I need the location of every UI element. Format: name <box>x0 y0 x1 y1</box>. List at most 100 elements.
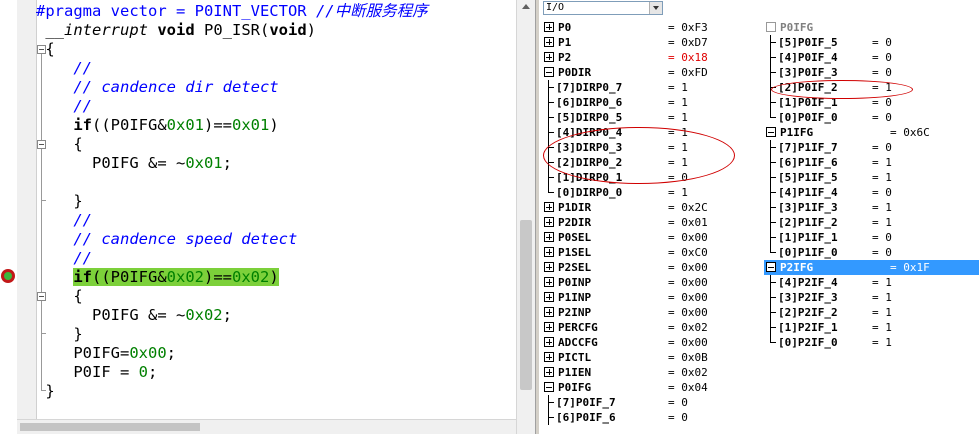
expand-plus-icon[interactable] <box>544 22 554 32</box>
expand-plus-icon[interactable] <box>544 367 554 377</box>
register-value[interactable]: = 1 <box>872 215 892 230</box>
register-row[interactable]: P2INP = 0x00 <box>542 305 764 320</box>
register-bit-row[interactable]: [0]P1IF_0 = 0 <box>764 245 979 260</box>
collapse-minus-icon[interactable] <box>766 127 776 137</box>
expand-plus-icon[interactable] <box>544 307 554 317</box>
register-value[interactable]: = 1 <box>668 95 688 110</box>
register-row[interactable]: P2IFG = 0x1F <box>764 260 979 275</box>
breakpoint-margin[interactable] <box>0 0 17 434</box>
register-row[interactable]: P0DIR = 0xFD <box>542 65 764 80</box>
register-row[interactable]: P0IFG <box>764 20 979 35</box>
register-bit-row[interactable]: [2]P2IF_2 = 1 <box>764 305 979 320</box>
register-row[interactable]: P2DIR = 0x01 <box>542 215 764 230</box>
register-value[interactable]: = 0 <box>872 185 892 200</box>
register-bit-row[interactable]: [4]P2IF_4 = 1 <box>764 275 979 290</box>
expand-plus-icon[interactable] <box>544 37 554 47</box>
register-value[interactable]: = 0x02 <box>668 320 708 335</box>
collapse-minus-icon[interactable] <box>544 67 554 77</box>
register-row[interactable]: ADCCFG = 0x00 <box>542 335 764 350</box>
register-row[interactable]: P0IFG = 0x04 <box>542 380 764 395</box>
register-value[interactable]: = 1 <box>668 185 688 200</box>
register-value[interactable]: = 0x04 <box>668 380 708 395</box>
register-value[interactable]: = 0x6C <box>890 125 930 140</box>
register-value[interactable]: = 0 <box>872 50 892 65</box>
expand-plus-icon[interactable] <box>544 202 554 212</box>
register-group-select[interactable]: I/O <box>543 1 663 15</box>
register-bit-row[interactable]: [4]DIRP0_4 = 1 <box>542 125 764 140</box>
chevron-down-icon[interactable] <box>649 2 662 14</box>
register-bit-row[interactable]: [3]P2IF_3 = 1 <box>764 290 979 305</box>
register-bit-row[interactable]: [5]DIRP0_5 = 1 <box>542 110 764 125</box>
register-value[interactable]: = 0 <box>872 95 892 110</box>
register-value[interactable]: = 0xD7 <box>668 35 708 50</box>
horizontal-scroll-thumb[interactable] <box>20 423 200 431</box>
register-value[interactable]: = 0x00 <box>668 305 708 320</box>
register-bit-row[interactable]: [3]P1IF_3 = 1 <box>764 200 979 215</box>
register-value[interactable]: = 1 <box>872 170 892 185</box>
expand-plus-icon[interactable] <box>544 232 554 242</box>
expand-plus-icon[interactable] <box>544 337 554 347</box>
register-bit-row[interactable]: [5]P0IF_5 = 0 <box>764 35 979 50</box>
register-value[interactable]: = 0x00 <box>668 290 708 305</box>
code-line[interactable]: P0IFG &= ~0x01; <box>36 154 232 173</box>
code-line[interactable]: // <box>36 211 92 230</box>
code-line[interactable]: { <box>36 40 54 59</box>
register-row[interactable]: PICTL = 0x0B <box>542 350 764 365</box>
register-bit-row[interactable]: [7]DIRP0_7 = 1 <box>542 80 764 95</box>
code-line[interactable]: } <box>36 382 54 401</box>
register-bit-row[interactable]: [1]DIRP0_1 = 0 <box>542 170 764 185</box>
expand-plus-icon[interactable] <box>544 292 554 302</box>
collapse-minus-icon[interactable] <box>766 262 776 272</box>
register-value[interactable]: = 0xFD <box>668 65 708 80</box>
code-line[interactable]: if((P0IFG&0x01)==0x01) <box>36 116 278 135</box>
register-value[interactable]: = 0 <box>872 110 892 125</box>
register-bit-row[interactable]: [6]P1IF_6 = 1 <box>764 155 979 170</box>
collapse-minus-icon[interactable] <box>544 382 554 392</box>
expand-plus-icon[interactable] <box>544 352 554 362</box>
code-line[interactable]: { <box>36 287 82 306</box>
vertical-scroll-thumb[interactable] <box>520 220 532 390</box>
register-value[interactable]: = 1 <box>668 80 688 95</box>
register-value[interactable]: = 0x00 <box>668 275 708 290</box>
register-value[interactable]: = 1 <box>668 140 688 155</box>
code-line[interactable]: // candence speed detect <box>36 230 297 249</box>
vertical-scrollbar[interactable] <box>516 0 535 434</box>
register-row[interactable]: P1INP = 0x00 <box>542 290 764 305</box>
collapse-minus-icon[interactable] <box>766 22 776 32</box>
register-row[interactable]: P0 = 0xF3 <box>542 20 764 35</box>
code-area[interactable]: #pragma vector = P0INT_VECTOR //中断服务程序 _… <box>36 0 516 420</box>
code-line[interactable]: if((P0IFG&0x02)==0x02) <box>36 268 279 287</box>
scroll-up-arrow-icon[interactable] <box>522 4 530 9</box>
horizontal-scrollbar[interactable] <box>17 419 517 434</box>
register-bit-row[interactable]: [2]DIRP0_2 = 1 <box>542 155 764 170</box>
code-line[interactable]: } <box>36 192 82 211</box>
code-line[interactable]: #pragma vector = P0INT_VECTOR //中断服务程序 <box>36 2 428 21</box>
register-bit-row[interactable]: [1]P0IF_1 = 0 <box>764 95 979 110</box>
expand-plus-icon[interactable] <box>544 277 554 287</box>
register-value[interactable]: = 1 <box>872 305 892 320</box>
code-line[interactable]: // <box>36 249 92 268</box>
register-value[interactable]: = 0 <box>668 170 688 185</box>
register-value[interactable]: = 0x0B <box>668 350 708 365</box>
code-line[interactable]: // <box>36 59 92 78</box>
register-row[interactable]: P1DIR = 0x2C <box>542 200 764 215</box>
register-value[interactable]: = 0x00 <box>668 260 708 275</box>
register-row[interactable]: P1SEL = 0xC0 <box>542 245 764 260</box>
register-value[interactable]: = 0 <box>872 35 892 50</box>
register-bit-row[interactable]: [2]P1IF_2 = 1 <box>764 215 979 230</box>
register-value[interactable]: = 1 <box>668 125 688 140</box>
register-value[interactable]: = 0xF3 <box>668 20 708 35</box>
register-value[interactable]: = 0xC0 <box>668 245 708 260</box>
register-bit-row[interactable]: [7]P0IF_7 = 0 <box>542 395 764 410</box>
register-value[interactable]: = 0 <box>872 140 892 155</box>
register-row[interactable]: P2 = 0x18 <box>542 50 764 65</box>
code-line[interactable]: { <box>36 135 82 154</box>
code-line[interactable]: __interrupt void P0_ISR(void) <box>36 21 316 40</box>
register-value[interactable]: = 1 <box>872 200 892 215</box>
register-value[interactable]: = 0 <box>872 230 892 245</box>
register-row[interactable]: PERCFG = 0x02 <box>542 320 764 335</box>
register-value[interactable]: = 0 <box>668 410 688 425</box>
register-value[interactable]: = 1 <box>872 155 892 170</box>
register-bit-row[interactable]: [0]P0IF_0 = 0 <box>764 110 979 125</box>
register-row[interactable]: P0SEL = 0x00 <box>542 230 764 245</box>
